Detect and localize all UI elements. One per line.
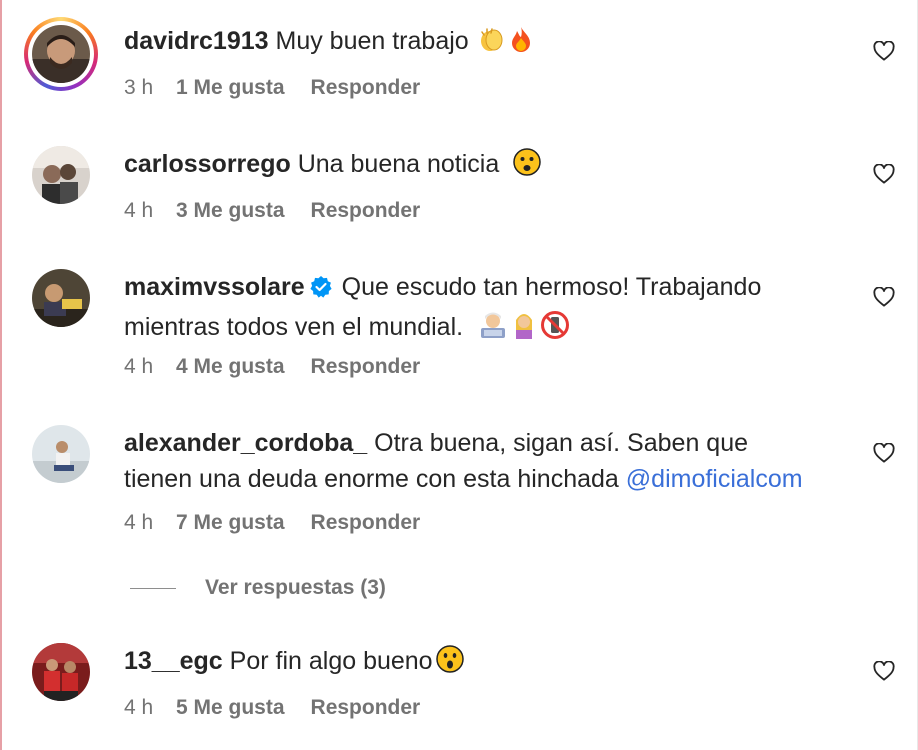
heart-outline-icon[interactable] — [873, 661, 895, 681]
comment-meta: 4 h 5 Me gusta Responder — [124, 696, 420, 720]
avatar[interactable] — [32, 425, 90, 483]
comment-body: maximvssolare Que escudo tan hermoso! Tr… — [124, 269, 814, 350]
avatar[interactable] — [32, 25, 90, 83]
comment-time: 4 h — [124, 511, 154, 534]
fire-icon — [508, 26, 534, 64]
comment-likes[interactable]: 7 Me gusta — [176, 511, 285, 534]
no-mobile-phones-icon — [540, 310, 570, 350]
comment-body: 13__egc Por fin algo bueno — [124, 643, 814, 684]
worried-face-icon — [512, 147, 542, 187]
view-replies-button[interactable]: Ver respuestas (3) — [205, 576, 386, 600]
comment-meta: 4 h 4 Me gusta Responder — [124, 355, 420, 379]
heart-outline-icon[interactable] — [873, 287, 895, 307]
reply-button[interactable]: Responder — [311, 76, 421, 99]
astonished-face-icon — [435, 644, 465, 684]
comment-username[interactable]: maximvssolare — [124, 273, 305, 301]
comment-meta: 3 h 1 Me gusta Responder — [124, 76, 420, 100]
avatar[interactable] — [32, 146, 90, 204]
comment-body: davidrc1913 Muy buen trabajo — [124, 23, 814, 64]
replies-divider — [130, 588, 176, 589]
comment-meta: 4 h 3 Me gusta Responder — [124, 199, 420, 223]
mention-link[interactable]: @dimoficialcom — [626, 465, 803, 493]
reply-button[interactable]: Responder — [311, 696, 421, 719]
comment-username[interactable]: carlossorrego — [124, 150, 291, 178]
comment-likes[interactable]: 1 Me gusta — [176, 76, 285, 99]
comment-username[interactable]: 13__egc — [124, 647, 223, 675]
avatar[interactable] — [32, 643, 90, 701]
reply-button[interactable]: Responder — [311, 199, 421, 222]
heart-outline-icon[interactable] — [873, 164, 895, 184]
verified-badge-icon — [309, 273, 333, 309]
comment-username[interactable]: davidrc1913 — [124, 27, 269, 55]
clapping-hands-icon — [478, 26, 506, 64]
comment-likes[interactable]: 4 Me gusta — [176, 355, 285, 378]
left-border — [0, 0, 2, 750]
comment-meta: 4 h 7 Me gusta Responder — [124, 511, 420, 535]
reply-button[interactable]: Responder — [311, 355, 421, 378]
comment-time: 4 h — [124, 696, 154, 719]
comment-time: 4 h — [124, 199, 154, 222]
avatar[interactable] — [32, 269, 90, 327]
comment-body: carlossorrego Una buena noticia — [124, 146, 814, 187]
comment-username[interactable]: alexander_cordoba_ — [124, 429, 367, 457]
comment-likes[interactable]: 5 Me gusta — [176, 696, 285, 719]
comment-time: 3 h — [124, 76, 154, 99]
comment-time: 4 h — [124, 355, 154, 378]
heart-outline-icon[interactable] — [873, 443, 895, 463]
comment-text: Una buena noticia — [297, 150, 500, 178]
office-worker-icon — [478, 310, 508, 350]
person-gesturing-icon — [510, 310, 538, 350]
reply-button[interactable]: Responder — [311, 511, 421, 534]
comment-likes[interactable]: 3 Me gusta — [176, 199, 285, 222]
comment-text: Por fin algo bueno — [229, 647, 433, 675]
comment-body: alexander_cordoba_ Otra buena, sigan así… — [124, 425, 814, 497]
heart-outline-icon[interactable] — [873, 41, 895, 61]
comment-text: Muy buen trabajo — [275, 27, 469, 55]
